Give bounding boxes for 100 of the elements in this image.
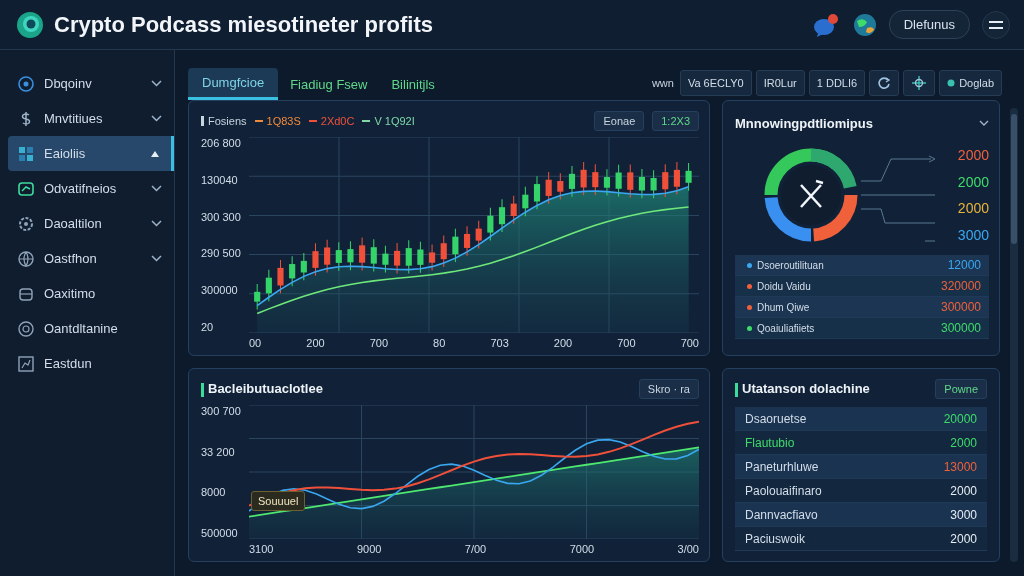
toolbar-button[interactable]: Doglab bbox=[939, 70, 1002, 96]
grid-icon bbox=[18, 145, 34, 162]
axis-label: 9000 bbox=[356, 543, 382, 555]
axis-label: 200 bbox=[553, 337, 573, 349]
candlestick bbox=[615, 164, 622, 198]
axis-label: 206 800 bbox=[201, 137, 242, 149]
axis-label: 300 300 bbox=[201, 210, 242, 223]
row-label: Dsaoruetse bbox=[745, 411, 808, 426]
axis-label: 130040 bbox=[201, 173, 239, 186]
axis-label: 300 700 bbox=[201, 405, 242, 417]
axis-label: 300000 bbox=[201, 284, 239, 297]
row-label: Qoaiuliafiiets bbox=[757, 322, 816, 334]
candlestick bbox=[498, 198, 506, 233]
row-label: Paneturhluwe bbox=[745, 459, 820, 474]
row-label: Dsoeroutilituan bbox=[757, 259, 825, 271]
candlestick bbox=[382, 245, 389, 274]
sidebar-item[interactable]: Oantdltanine bbox=[8, 311, 174, 346]
candlestick bbox=[440, 234, 447, 268]
value-label: 2000 bbox=[956, 200, 989, 217]
axis-label: 3100 bbox=[249, 543, 274, 555]
axis-label: 00 bbox=[249, 337, 262, 349]
row-label: Dhum Qiwe bbox=[757, 301, 811, 313]
candlestick bbox=[405, 239, 412, 275]
row-value: 3000 bbox=[950, 507, 977, 522]
axis-label: 703 bbox=[490, 337, 509, 349]
logo-icon bbox=[16, 10, 44, 39]
sidebar-item[interactable]: Daoaltilon bbox=[8, 206, 174, 241]
menu-icon bbox=[989, 19, 1003, 30]
candlestick bbox=[254, 283, 261, 310]
candlestick bbox=[545, 171, 552, 205]
row-value: 20000 bbox=[943, 411, 977, 426]
filter-button[interactable]: Powne bbox=[935, 379, 987, 399]
row-value: 12000 bbox=[947, 258, 981, 272]
card-title: Bacleibutuaclotlee bbox=[201, 381, 323, 397]
candlestick bbox=[324, 239, 331, 273]
candlestick bbox=[673, 161, 680, 196]
candlestick bbox=[347, 240, 354, 271]
sidebar-item[interactable]: Dbqoinv bbox=[8, 66, 174, 101]
sidebar-item[interactable]: Eastdun bbox=[8, 346, 174, 381]
refresh-icon bbox=[877, 76, 892, 90]
candlestick bbox=[487, 207, 494, 241]
range-button[interactable]: Eonae bbox=[594, 111, 645, 131]
filter-button[interactable]: Skro · ra bbox=[638, 379, 699, 399]
scrollbar[interactable] bbox=[1010, 108, 1018, 562]
candlestick bbox=[568, 165, 576, 198]
row-value: 2000 bbox=[950, 483, 977, 498]
legend-label: 1Q83S bbox=[266, 115, 301, 127]
crosshair-button[interactable] bbox=[903, 70, 936, 96]
crosshair-icon bbox=[911, 76, 928, 90]
caret-icon bbox=[151, 150, 159, 157]
row-value: 320000 bbox=[940, 279, 981, 293]
sidebar-item[interactable]: Odvatifneios bbox=[8, 171, 174, 206]
axis-label: 8000 bbox=[201, 486, 227, 499]
candlestick bbox=[522, 186, 529, 217]
candlestick bbox=[662, 163, 669, 198]
refresh-button[interactable] bbox=[869, 70, 900, 96]
candlestick bbox=[359, 237, 366, 272]
row-value: 13000 bbox=[943, 459, 977, 474]
sidebar-item[interactable]: Mnvtitiues bbox=[8, 101, 174, 136]
legend-label: V 1Q92I bbox=[374, 115, 415, 127]
row-label: Paolouaifinaro bbox=[745, 483, 823, 498]
candlestick bbox=[475, 220, 482, 249]
target-icon bbox=[18, 75, 34, 92]
candlestick bbox=[312, 242, 319, 277]
tab[interactable]: Dumgfcioe bbox=[188, 68, 279, 100]
candlestick bbox=[265, 269, 272, 302]
card-title: Mnnowingpdtliomipus bbox=[735, 115, 873, 131]
range-button[interactable]: 1:2X3 bbox=[652, 111, 699, 131]
candlestick bbox=[417, 241, 424, 274]
axis-label: 7/00 bbox=[464, 543, 487, 555]
sidebar-item[interactable]: Oaxitimo bbox=[8, 276, 174, 311]
axis-label: 700 bbox=[680, 337, 699, 349]
toolbar-button[interactable]: 1 DDLI6 bbox=[808, 70, 866, 96]
sidebar-item[interactable]: Eaioliis bbox=[8, 136, 174, 171]
value-label: 2000 bbox=[956, 173, 989, 190]
axis-label: 7000 bbox=[569, 543, 595, 555]
menu-button[interactable] bbox=[982, 10, 1010, 39]
axis-label: 3/00 bbox=[677, 543, 699, 555]
axis-label: 290 500 bbox=[201, 247, 242, 260]
candlestick bbox=[510, 195, 517, 225]
axis-label: 20 bbox=[201, 321, 215, 333]
candlestick bbox=[533, 175, 541, 210]
app-title: Crypto Podcass miesotineter profits bbox=[54, 11, 433, 38]
candlestick bbox=[300, 252, 307, 281]
candlestick bbox=[394, 242, 401, 274]
toolbar-button[interactable]: Va 6ECLY0 bbox=[679, 70, 752, 96]
tab[interactable]: Bilinitjls bbox=[379, 68, 447, 100]
header-button[interactable]: Dlefunus bbox=[888, 10, 970, 39]
axis-label: 700 bbox=[369, 337, 389, 349]
candlestick bbox=[592, 163, 599, 196]
toolbar-button[interactable]: IR0Lur bbox=[755, 70, 805, 96]
candlestick bbox=[650, 169, 657, 199]
toolbar-label: wwn bbox=[651, 77, 674, 89]
tooltip: Souuuel bbox=[251, 491, 306, 511]
tab[interactable]: Fiadiug Fsew bbox=[278, 68, 380, 100]
chevron-icon[interactable] bbox=[979, 119, 989, 127]
candlestick bbox=[370, 238, 377, 272]
chat-icon[interactable] bbox=[812, 12, 839, 37]
gear-icon bbox=[18, 215, 34, 232]
sidebar-item[interactable]: Oastfhon bbox=[8, 241, 174, 276]
